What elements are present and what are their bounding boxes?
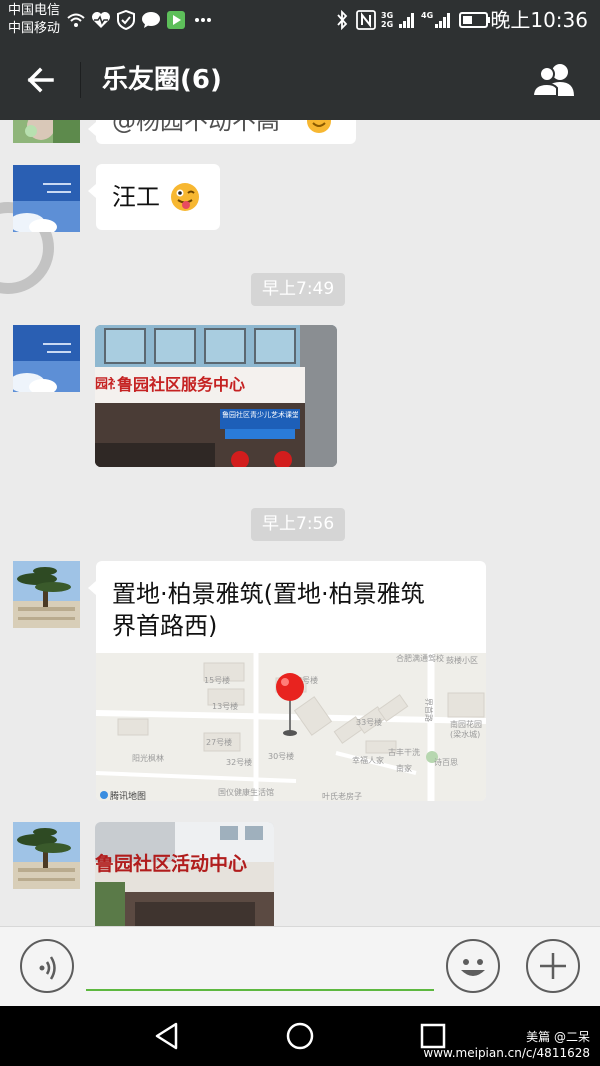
location-message[interactable]: 置地·柏景雅筑(置地·柏景雅筑 界首路西) 合肥满通驾校 鼓楼小区 界首路 南园… xyxy=(88,561,486,801)
smiley-icon xyxy=(461,959,485,976)
svg-text:合肥满通驾校: 合肥满通驾校 xyxy=(396,653,444,663)
svg-text:国仪健康生活馆: 国仪健康生活馆 xyxy=(218,787,274,797)
nav-home-button[interactable] xyxy=(280,1016,320,1056)
title-bar: 乐友圈(6) xyxy=(0,40,600,120)
video-icon xyxy=(165,8,187,32)
timestamp: 早上7:56 xyxy=(251,508,346,541)
title-divider xyxy=(80,62,81,98)
avatar-image xyxy=(13,120,80,143)
nav-back-button[interactable] xyxy=(147,1016,187,1056)
avatar[interactable] xyxy=(13,822,80,889)
sign-text-left: 园社区 xyxy=(95,377,115,392)
location-map[interactable]: 合肥满通驾校 鼓楼小区 界首路 南园花园 (梁水城) 阳光枫林 15号楼 13号… xyxy=(96,653,486,801)
avatar[interactable] xyxy=(13,165,80,232)
back-triangle-icon xyxy=(155,1022,178,1050)
photo-message[interactable]: 鲁园社区活动中心 xyxy=(95,822,274,926)
svg-text:古丰干洗: 古丰干洗 xyxy=(388,747,420,757)
chat-bubble-icon xyxy=(140,8,162,32)
svg-text:南园花园: 南园花园 xyxy=(450,719,482,729)
wifi-icon xyxy=(66,8,86,32)
more-actions-button[interactable] xyxy=(526,939,580,993)
svg-text:腾讯地图: 腾讯地图 xyxy=(110,790,146,801)
bluetooth-icon xyxy=(334,8,350,32)
battery-icon xyxy=(458,8,492,32)
chat-members-button[interactable] xyxy=(530,58,578,102)
photo-building-image xyxy=(95,325,337,467)
avatar-image xyxy=(13,822,80,889)
photo-message[interactable]: 园社区 鲁园社区服务中心 鲁园社区青少儿艺术课堂 xyxy=(95,325,337,467)
svg-text:诗百思: 诗百思 xyxy=(434,757,458,767)
avatar[interactable] xyxy=(13,561,80,628)
plus-icon xyxy=(540,953,566,979)
navigation-bar: 美篇 @二呆 www.meipian.cn/c/4811628 xyxy=(0,1006,600,1066)
carrier-1: 中国电信 xyxy=(8,3,61,18)
carrier-2: 中国移动 xyxy=(8,21,61,36)
svg-text:30号楼: 30号楼 xyxy=(268,751,294,761)
timestamp: 早上7:49 xyxy=(251,273,346,306)
svg-text:32号楼: 32号楼 xyxy=(226,757,252,767)
voice-button[interactable] xyxy=(20,939,74,993)
message-input[interactable] xyxy=(86,947,434,991)
svg-text:33号楼: 33号楼 xyxy=(356,717,382,727)
svg-text:界首路: 界首路 xyxy=(424,698,434,722)
avatar-image xyxy=(13,165,80,232)
back-button[interactable] xyxy=(18,58,62,102)
location-subtitle: 界首路西) xyxy=(112,612,218,640)
more-dots-icon xyxy=(193,8,213,32)
signal-icon-2 xyxy=(433,8,453,32)
svg-text:阳光枫林: 阳光枫林 xyxy=(132,753,164,763)
svg-text:南家: 南家 xyxy=(396,763,412,773)
signal-icon xyxy=(397,8,417,32)
page-title: 乐友圈(6) xyxy=(102,65,222,95)
watermark-url: www.meipian.cn/c/4811628 xyxy=(423,1046,590,1060)
home-circle-icon xyxy=(286,1022,314,1050)
avatar-image xyxy=(13,325,80,392)
avatar-image xyxy=(13,561,80,628)
network-type-label-2: 4G xyxy=(421,11,434,20)
svg-text:幸福人家: 幸福人家 xyxy=(352,755,384,765)
network-type-label-1: 3G 2G xyxy=(381,11,394,29)
chat-area[interactable]: @杨园不动不高 汪工 早上7:49 园社 鲁园社区服务中心 鲁园社区青少儿艺术课… xyxy=(0,120,600,926)
app-shield-icon xyxy=(115,8,137,32)
svg-text:(梁水城): (梁水城) xyxy=(450,729,480,739)
arrow-left-icon xyxy=(27,67,54,93)
emoji-button[interactable] xyxy=(446,939,500,993)
sub-sign-text: 鲁园社区青少儿艺术课堂 xyxy=(222,411,298,419)
input-bar xyxy=(0,926,600,1006)
svg-text:鼓楼小区: 鼓楼小区 xyxy=(446,655,478,665)
status-bar: 中国电信 中国移动 3G 2G 4G 晚上10:36 xyxy=(0,0,600,40)
map-image: 合肥满通驾校 鼓楼小区 界首路 南园花园 (梁水城) 阳光枫林 15号楼 13号… xyxy=(96,653,486,801)
location-title: 置地·柏景雅筑(置地·柏景雅筑 xyxy=(112,580,425,608)
group-icon xyxy=(531,64,574,97)
status-clock: 晚上10:36 xyxy=(490,8,588,32)
avatar[interactable] xyxy=(13,120,80,143)
heart-pulse-icon xyxy=(90,8,112,32)
message-bubble[interactable]: @杨园不动不高 xyxy=(88,120,356,144)
svg-text:13号楼: 13号楼 xyxy=(212,701,238,711)
message-bubble[interactable]: 汪工 xyxy=(88,164,220,230)
avatar[interactable] xyxy=(13,325,80,392)
svg-text:叶氏老房子: 叶氏老房子 xyxy=(322,791,362,801)
voice-icon xyxy=(39,956,56,980)
message-text: 汪工 xyxy=(112,183,160,211)
sign-text: 鲁园社区服务中心 xyxy=(117,375,246,394)
wink-tongue-emoji xyxy=(171,183,199,211)
svg-text:27号楼: 27号楼 xyxy=(206,737,232,747)
message-text: @杨园不动不高 xyxy=(112,120,280,135)
sign-text: 鲁园社区活动中心 xyxy=(95,853,248,875)
watermark-author: 美篇 @二呆 xyxy=(526,1030,590,1044)
svg-text:15号楼: 15号楼 xyxy=(204,675,230,685)
nfc-icon xyxy=(355,8,377,32)
smile-emoji xyxy=(307,120,331,133)
